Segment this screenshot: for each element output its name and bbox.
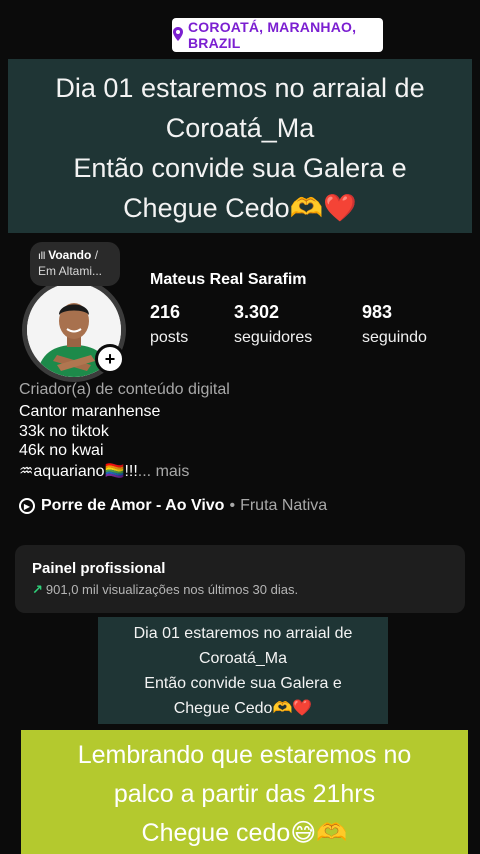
separator: • (229, 497, 236, 514)
banner-line: Dia 01 estaremos no arraial de (133, 625, 353, 642)
stat-following[interactable]: 983 seguindo (362, 302, 427, 347)
banner-line: Chegue Cedo🫶❤️ (123, 193, 357, 223)
dashboard-title: Painel profissional (32, 560, 166, 577)
stat-posts[interactable]: 216 posts (150, 302, 188, 347)
professional-dashboard[interactable]: Painel profissional ↗ 901,0 mil visualiza… (15, 545, 465, 613)
bio-line: Cantor maranhense (19, 403, 161, 420)
note-subtitle: Em Altami... (38, 264, 103, 278)
banner-line: Chegue cedo😅🫶 (141, 819, 348, 847)
announcement-banner-bottom: Lembrando que estaremos no palco a parti… (21, 730, 468, 854)
trend-up-arrow-icon: ↗ (32, 582, 43, 597)
stat-value: 3.302 (234, 302, 280, 322)
announcement-banner-middle: Dia 01 estaremos no arraial de Coroatá_M… (98, 617, 388, 724)
note-bubble[interactable]: ıll Voando / Em Altami... (30, 242, 120, 286)
bio-more-link[interactable]: ... mais (138, 463, 190, 480)
song-artist: Fruta Nativa (240, 497, 328, 514)
profile-category: Criador(a) de conteúdo digital (19, 381, 230, 398)
bio-line: 33k no tiktok (19, 423, 109, 440)
location-pin-icon (172, 26, 184, 44)
location-label: COROATÁ, MARANHAO, BRAZIL (188, 19, 357, 51)
banner-line: Então convide sua Galera e (73, 153, 407, 183)
play-icon: ▶ (19, 498, 35, 514)
location-sticker[interactable]: COROATÁ, MARANHAO, BRAZIL (172, 18, 383, 52)
profile-music[interactable]: ▶ Porre de Amor - Ao Vivo • Fruta Nativa (19, 497, 327, 515)
note-title-suffix: / (94, 248, 99, 262)
dashboard-stats: ↗ 901,0 mil visualizações nos últimos 30 … (32, 582, 465, 598)
stat-followers[interactable]: 3.302 seguidores (234, 302, 312, 347)
bio-line-last: ♒aquariano🏳️‍🌈!!!... mais (19, 461, 189, 481)
song-title: Porre de Amor - Ao Vivo (41, 497, 225, 514)
add-story-plus-icon[interactable]: + (95, 344, 125, 374)
banner-line: Coroatá_Ma (165, 113, 315, 143)
stat-label: seguindo (362, 329, 427, 346)
banner-line: Dia 01 estaremos no arraial de (55, 73, 425, 103)
banner-line: Coroatá_Ma (198, 650, 288, 667)
banner-line: Chegue Cedo🫶❤️ (173, 700, 313, 717)
bio-line: 46k no kwai (19, 442, 104, 459)
banner-line: Então convide sua Galera e (144, 675, 342, 692)
stat-label: seguidores (234, 329, 313, 346)
stat-label: posts (150, 329, 189, 346)
announcement-banner-top: Dia 01 estaremos no arraial de Coroatá_M… (8, 59, 472, 233)
note-title: Voando (48, 248, 92, 262)
stat-value: 983 (362, 302, 393, 322)
stat-value: 216 (150, 302, 181, 322)
banner-line: Lembrando que estaremos no (77, 741, 412, 769)
dashboard-stats-text: 901,0 mil visualizações nos últimos 30 d… (45, 582, 299, 597)
audio-bars-icon: ıll (38, 251, 46, 262)
banner-line: palco a partir das 21hrs (113, 780, 376, 808)
profile-name: Mateus Real Sarafim (150, 271, 307, 288)
bio-text: ♒aquariano🏳️‍🌈!!! (19, 463, 138, 480)
